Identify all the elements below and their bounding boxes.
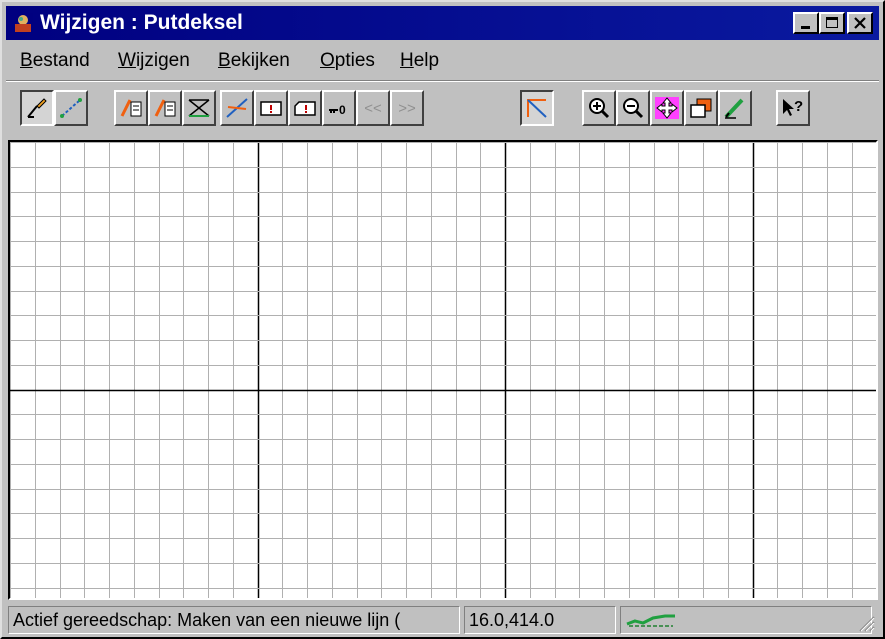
maximize-button[interactable] <box>819 12 845 34</box>
text-box-icon <box>260 101 282 116</box>
draw-line-icon <box>27 98 47 118</box>
close-icon <box>854 17 866 29</box>
svg-text:?: ? <box>794 98 803 115</box>
pen-icon <box>724 98 744 119</box>
zoom-out-tool[interactable] <box>616 90 650 126</box>
intersect-icon <box>188 99 210 117</box>
extend-line-tool[interactable] <box>220 90 254 126</box>
copy-left-tool[interactable] <box>114 90 148 126</box>
previous-button[interactable]: << <box>356 90 390 126</box>
status-message: Actief gereedschap: Maken van een nieuwe… <box>8 606 460 634</box>
draw-line-tool[interactable] <box>20 90 54 126</box>
pen-tool[interactable] <box>718 90 752 126</box>
previous-icon: << <box>364 99 382 117</box>
status-indicator-panel <box>620 606 872 634</box>
text-box-tool[interactable] <box>254 90 288 126</box>
help-pointer-tool[interactable]: ? <box>776 90 810 126</box>
zoom-out-icon <box>623 98 644 119</box>
label-box-tool[interactable] <box>288 90 322 126</box>
resize-grip-icon[interactable] <box>857 614 875 632</box>
angle-icon <box>527 99 547 118</box>
zoom-in-icon <box>589 98 610 119</box>
maximize-icon <box>826 17 838 28</box>
extend-line-icon <box>226 98 248 118</box>
move-points-icon <box>60 98 82 118</box>
window-tool[interactable] <box>684 90 718 126</box>
progress-icon <box>626 614 675 627</box>
status-coordinates: 16.0,414.0 <box>464 606 616 634</box>
key-tool[interactable]: 0 <box>322 90 356 126</box>
next-button[interactable]: >> <box>390 90 424 126</box>
menu-bar: Bestand Wijzigen Bekijken Opties Help <box>6 46 879 76</box>
app-window: Wijzigen : Putdeksel Bestand Wijzigen Be… <box>0 0 885 639</box>
help-pointer-icon: ? <box>783 98 803 116</box>
grid <box>10 142 876 598</box>
copy-right-tool[interactable] <box>148 90 182 126</box>
title-bar[interactable]: Wijzigen : Putdeksel <box>6 6 879 40</box>
menu-separator <box>6 80 879 82</box>
menu-opties[interactable]: Opties <box>320 50 375 72</box>
menu-wijzigen[interactable]: Wijzigen <box>118 50 190 72</box>
angle-tool[interactable] <box>520 90 554 126</box>
toolbar: 0 << >> ? <box>6 86 879 136</box>
pan-tool[interactable] <box>650 90 684 126</box>
window-title: Wijzigen : Putdeksel <box>40 11 243 34</box>
label-box-icon <box>294 101 316 116</box>
minimize-icon <box>801 26 810 29</box>
minimize-button[interactable] <box>793 12 819 34</box>
svg-text:0: 0 <box>339 103 346 117</box>
menu-help[interactable]: Help <box>400 50 439 72</box>
pan-icon <box>655 97 679 119</box>
move-points-tool[interactable] <box>54 90 88 126</box>
zoom-in-tool[interactable] <box>582 90 616 126</box>
menu-bekijken[interactable]: Bekijken <box>218 50 290 72</box>
status-bar: Actief gereedschap: Maken van een nieuwe… <box>6 604 879 636</box>
close-button[interactable] <box>847 12 873 34</box>
key-icon: 0 <box>329 103 346 117</box>
drawing-canvas[interactable] <box>8 140 878 600</box>
copy-left-icon <box>120 99 142 117</box>
next-icon: >> <box>398 99 416 117</box>
window-icon <box>690 98 712 118</box>
app-icon[interactable] <box>12 12 34 34</box>
menu-bestand[interactable]: Bestand <box>20 50 90 72</box>
intersect-tool[interactable] <box>182 90 216 126</box>
copy-right-icon <box>154 99 176 117</box>
